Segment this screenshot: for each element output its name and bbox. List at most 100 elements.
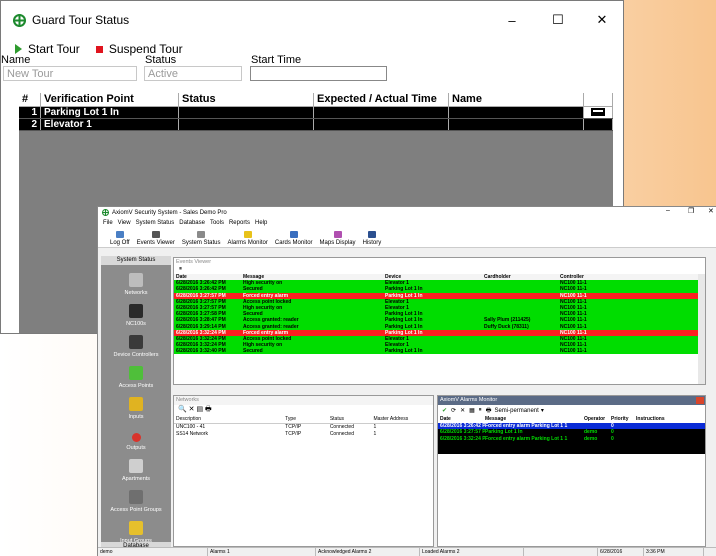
events-caption: Events Viewer <box>176 259 212 265</box>
output-icon <box>131 433 141 442</box>
events-viewer-button[interactable]: Events Viewer <box>137 231 175 247</box>
app-logo-icon <box>102 209 109 216</box>
col-master-address[interactable]: Master Address <box>373 416 433 423</box>
row-name <box>449 107 584 118</box>
table-row[interactable]: 2 Elevator 1 <box>19 119 613 131</box>
guard-tour-titlebar: Guard Tour Status – ☐ ✕ <box>1 1 623 39</box>
sidebar-item-apartments[interactable]: Apartments <box>101 451 171 482</box>
print-icon[interactable]: 🖶 <box>486 406 492 416</box>
networks-toolbar[interactable]: 🔍 ✕ ▤ 🖶 <box>174 405 433 416</box>
device-controller-icon <box>129 335 143 349</box>
col-status[interactable]: Status <box>330 416 374 423</box>
table-row[interactable]: UNC100 - 41 TCP/IP Connected 1 <box>174 424 433 431</box>
sidebar-item-label: Inputs <box>128 414 144 420</box>
maps-display-button[interactable]: Maps Display <box>320 231 356 247</box>
log-off-icon <box>115 231 124 238</box>
maximize-button[interactable]: ☐ <box>541 1 575 39</box>
col-verification-point[interactable]: Verification Point <box>41 93 179 106</box>
menu-help[interactable]: Help <box>255 220 267 226</box>
sidebar-header: System Status <box>101 256 171 265</box>
alarm-row[interactable]: 6/28/2016 3:32:24 PM Forced entry alarm P… <box>438 435 705 442</box>
mode-dropdown[interactable]: Semi-permanent <box>494 408 538 414</box>
cards-monitor-button[interactable]: Cards Monitor <box>275 231 313 247</box>
network-desc: SS14 Network <box>176 431 208 437</box>
alarm-date: 6/28/2016 3:32:24 PM <box>440 435 485 442</box>
col-description[interactable]: Description <box>174 416 285 423</box>
close-icon[interactable] <box>696 397 704 404</box>
sidebar-item-access-points[interactable]: Access Points <box>101 358 171 389</box>
menu-tools[interactable]: Tools <box>210 220 224 226</box>
network-type: TCP/IP <box>285 431 302 437</box>
menu-system-status[interactable]: System Status <box>136 220 175 226</box>
clear-icon[interactable]: ✕ <box>460 407 465 414</box>
pause-icon[interactable]: ⏸ <box>479 407 482 414</box>
start-time-label: Start Time <box>251 54 302 66</box>
events-scrollbar[interactable] <box>698 274 705 384</box>
history-button[interactable]: History <box>363 231 381 247</box>
event-message: Secured <box>243 348 263 355</box>
minimize-button[interactable]: – <box>666 207 670 214</box>
row-icon-empty <box>584 119 613 130</box>
menu-reports[interactable]: Reports <box>229 220 250 226</box>
menu-database[interactable]: Database <box>179 220 205 226</box>
filter-icon[interactable]: ▦ <box>469 407 475 414</box>
sidebar-item-device-controllers[interactable]: Device Controllers <box>101 327 171 358</box>
sidebar-item-label: Networks <box>124 290 148 296</box>
row-point: Parking Lot 1 In <box>41 107 179 118</box>
sidebar-item-input-groups[interactable]: Input Groups <box>101 513 171 544</box>
toolbar-label: Log Off <box>110 240 130 246</box>
sidebar-item-access-point-groups[interactable]: Access Point Groups <box>101 482 171 513</box>
col-number[interactable]: # <box>19 93 41 106</box>
play-icon <box>15 44 22 54</box>
controller-icon <box>129 304 143 318</box>
status-time: 3:36 PM <box>644 548 704 556</box>
alarms-monitor-button[interactable]: Alarms Monitor <box>228 231 268 247</box>
pause-button[interactable]: ⏸ <box>174 266 705 274</box>
events-viewer-icon <box>151 231 160 238</box>
access-point-icon <box>129 366 143 380</box>
log-off-button[interactable]: Log Off <box>110 231 130 247</box>
alarms-monitor-panel: AxiomV Alarms Monitor ✔ ⟳ ✕ ▦ ⏸ 🖶 Semi-p… <box>437 395 706 547</box>
minimize-button[interactable]: – <box>495 1 529 39</box>
status-loaded: Loaded Alarms 2 <box>420 548 524 556</box>
input-group-icon <box>129 521 143 535</box>
maximize-button[interactable]: ❐ <box>688 207 694 215</box>
network-addr: 1 <box>373 431 377 437</box>
sidebar-item-inputs[interactable]: Inputs <box>101 389 171 420</box>
table-row[interactable]: 1 Parking Lot 1 In <box>19 107 613 119</box>
networks-caption: Networks <box>174 396 433 405</box>
input-icon <box>129 397 143 411</box>
table-row[interactable]: SS14 Network TCP/IP Connected 1 <box>174 431 433 438</box>
col-type[interactable]: Type <box>285 416 330 423</box>
status-blank <box>524 548 598 556</box>
acknowledge-icon[interactable]: ✔ <box>442 407 447 414</box>
col-extra <box>584 93 613 106</box>
start-time-field[interactable] <box>250 66 387 81</box>
close-button[interactable]: ✕ <box>708 207 714 215</box>
alarm-message: Forced entry alarm Parking Lot 1 1 <box>485 435 568 442</box>
status-field[interactable]: Active <box>144 66 242 81</box>
close-button[interactable]: ✕ <box>585 1 619 39</box>
menu-view[interactable]: View <box>118 220 131 226</box>
col-name[interactable]: Name <box>449 93 584 106</box>
card-reader-icon <box>591 108 605 116</box>
sidebar-item-nc100s[interactable]: NC100s <box>101 296 171 327</box>
status-acknowledged: Acknowledged Alarms 2 <box>316 548 420 556</box>
networks-panel: Networks 🔍 ✕ ▤ 🖶 Description Type Status… <box>173 395 434 547</box>
toolbar-label: Cards Monitor <box>274 240 313 246</box>
event-cardholder <box>484 348 560 354</box>
sidebar-item-outputs[interactable]: Outputs <box>101 420 171 451</box>
sidebar-item-networks[interactable]: Networks <box>101 265 171 296</box>
events-viewer-panel: Events Viewer ⏸ Date Message Device Card… <box>173 257 706 385</box>
name-field[interactable]: New Tour <box>3 66 137 81</box>
network-desc: UNC100 - 41 <box>176 424 206 430</box>
refresh-icon[interactable]: ⟳ <box>451 407 456 414</box>
col-time[interactable]: Expected / Actual Time <box>314 93 449 106</box>
menu-file[interactable]: File <box>103 220 113 226</box>
system-status-button[interactable]: System Status <box>182 231 221 247</box>
event-row[interactable]: 6/28/2016 3:32:40 PM Secured Parking Lot 1… <box>174 348 705 355</box>
app-logo-icon <box>13 13 26 27</box>
network-addr: 1 <box>373 424 377 430</box>
sidebar-item-label: Access Points <box>118 383 154 389</box>
col-status[interactable]: Status <box>179 93 314 106</box>
